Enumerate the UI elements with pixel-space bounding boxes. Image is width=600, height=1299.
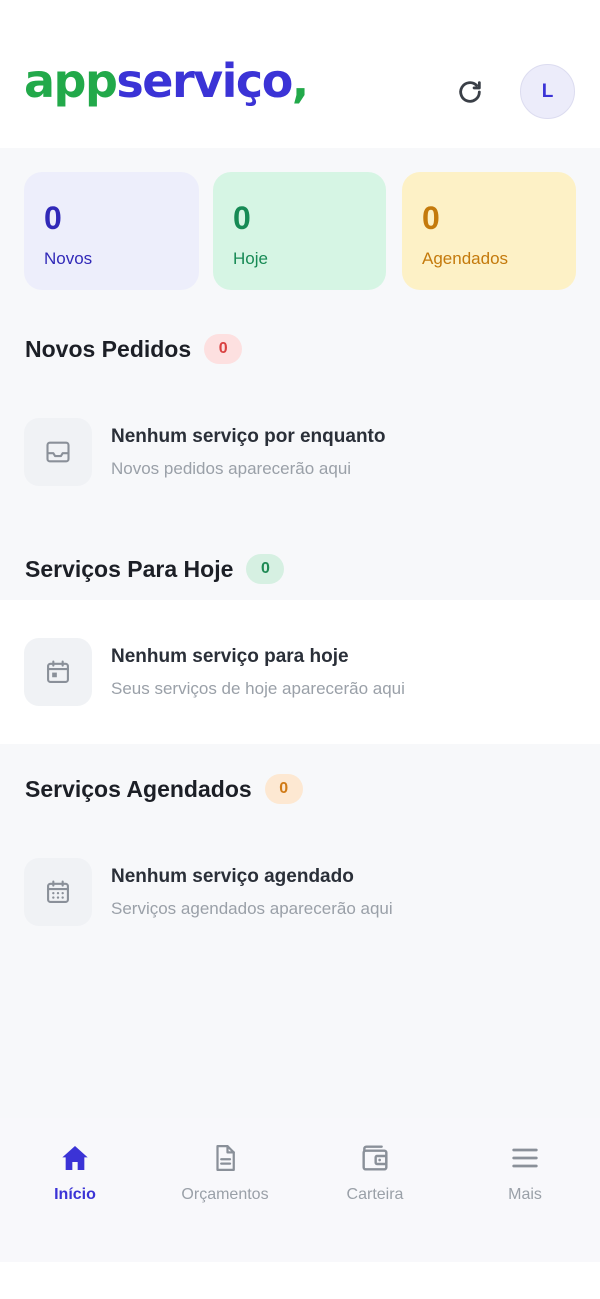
menu-icon bbox=[512, 1148, 538, 1168]
app-logo: appserviço, bbox=[24, 58, 309, 104]
empty-subtitle: Novos pedidos aparecerão aqui bbox=[111, 458, 352, 478]
empty-title: Nenhum serviço agendado bbox=[111, 865, 354, 887]
nav-item-mais[interactable]: Mais bbox=[450, 1140, 600, 1204]
count-badge: 0 bbox=[264, 774, 303, 804]
calendar-day-icon bbox=[47, 660, 69, 683]
stat-label: Novos bbox=[44, 249, 93, 268]
stat-value: 0 bbox=[44, 200, 62, 236]
empty-state-servicos-agendados: Nenhum serviço agendado Serviços agendad… bbox=[24, 858, 393, 926]
stat-label: Agendados bbox=[422, 249, 509, 268]
refresh-button[interactable] bbox=[448, 70, 492, 114]
nav-label: Início bbox=[54, 1186, 96, 1203]
document-icon bbox=[216, 1145, 235, 1171]
stat-label: Hoje bbox=[233, 249, 268, 268]
empty-subtitle: Seus serviços de hoje aparecerão aqui bbox=[111, 678, 405, 698]
section-title-text: Novos Pedidos bbox=[25, 335, 192, 362]
section-title-text: Serviços Agendados bbox=[25, 775, 252, 802]
home-icon bbox=[62, 1146, 88, 1170]
stat-card-hoje[interactable]: 0 Hoje bbox=[213, 172, 386, 290]
empty-title: Nenhum serviço por enquanto bbox=[111, 425, 386, 447]
empty-state-novos-pedidos: Nenhum serviço por enquanto Novos pedido… bbox=[24, 418, 385, 486]
inbox-icon bbox=[46, 441, 70, 463]
logo-app-text: app bbox=[24, 54, 118, 108]
count-badge: 0 bbox=[204, 334, 243, 364]
stat-value: 0 bbox=[233, 200, 251, 236]
nav-item-inicio[interactable]: Início bbox=[0, 1140, 150, 1204]
calendar-grid-icon bbox=[47, 880, 69, 903]
section-title-text: Serviços Para Hoje bbox=[25, 555, 234, 582]
bottom-navigation: Início Orçamentos Carteira Mais bbox=[0, 1118, 600, 1262]
nav-label: Orçamentos bbox=[181, 1186, 269, 1203]
nav-item-orcamentos[interactable]: Orçamentos bbox=[150, 1140, 300, 1204]
stat-value: 0 bbox=[422, 200, 440, 236]
nav-item-carteira[interactable]: Carteira bbox=[300, 1140, 450, 1204]
avatar[interactable]: L bbox=[520, 64, 575, 119]
logo-comma-text: , bbox=[291, 54, 309, 108]
home-indicator-area bbox=[0, 1262, 600, 1299]
logo-servico-text: serviço bbox=[116, 54, 293, 108]
wallet-icon bbox=[362, 1145, 388, 1171]
app-header: appserviço, L bbox=[0, 0, 600, 148]
section-title-novos-pedidos: Novos Pedidos 0 bbox=[25, 334, 243, 364]
empty-title: Nenhum serviço para hoje bbox=[111, 645, 349, 667]
main-content: 0 Novos 0 Hoje 0 Agendados Novos Pedidos… bbox=[0, 148, 600, 1118]
avatar-initial: L bbox=[541, 80, 554, 102]
empty-state-servicos-hoje: Nenhum serviço para hoje Seus serviços d… bbox=[24, 638, 405, 706]
stat-card-novos[interactable]: 0 Novos bbox=[24, 172, 199, 290]
stat-card-agendados[interactable]: 0 Agendados bbox=[402, 172, 576, 290]
nav-label: Mais bbox=[508, 1186, 542, 1203]
refresh-icon bbox=[459, 81, 481, 103]
nav-label: Carteira bbox=[346, 1186, 404, 1203]
count-badge: 0 bbox=[246, 554, 285, 584]
empty-subtitle: Serviços agendados aparecerão aqui bbox=[111, 898, 393, 918]
section-title-servicos-agendados: Serviços Agendados 0 bbox=[25, 774, 303, 804]
section-title-servicos-hoje: Serviços Para Hoje 0 bbox=[25, 554, 285, 584]
